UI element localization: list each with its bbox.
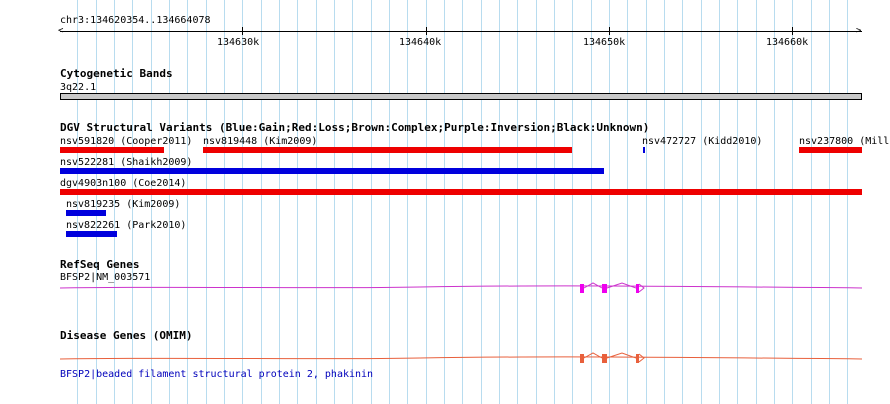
ruler-tick-label: 134650k bbox=[583, 37, 626, 48]
ruler-tick-label: 134640k bbox=[399, 37, 442, 48]
exon-block bbox=[602, 284, 607, 293]
genome-browser-view[interactable]: chr3:134620354..134664078 < > 134630k 13… bbox=[0, 0, 890, 404]
ruler-right-arrow: > bbox=[856, 26, 862, 36]
track-title: Disease Genes (OMIM) bbox=[60, 329, 193, 342]
refseq-gene-model[interactable] bbox=[60, 280, 862, 296]
variant-loss-bar[interactable] bbox=[799, 147, 862, 153]
ruler-axis bbox=[60, 31, 862, 32]
ruler-tick-label: 134660k bbox=[766, 37, 809, 48]
ruler-major-tick bbox=[792, 27, 793, 35]
track-title: Cytogenetic Bands bbox=[60, 67, 173, 80]
variant-label[interactable]: nsv522281 (Shaikh2009) bbox=[60, 157, 192, 168]
exon-block bbox=[580, 354, 584, 363]
variant-label[interactable]: nsv819448 (Kim2009) bbox=[203, 136, 317, 147]
omim-gene-model[interactable] bbox=[60, 350, 862, 366]
omim-gene-label[interactable]: BFSP2|beaded filament structural protein… bbox=[60, 369, 373, 380]
variant-loss-bar[interactable] bbox=[203, 147, 572, 153]
ruler-major-tick bbox=[609, 27, 610, 35]
ruler-tick-label: 134630k bbox=[217, 37, 260, 48]
variant-gain-bar[interactable] bbox=[66, 210, 106, 216]
variant-loss-bar[interactable] bbox=[60, 189, 862, 195]
ruler-major-tick bbox=[426, 27, 427, 35]
variant-gain-bar[interactable] bbox=[66, 231, 117, 237]
intron-line bbox=[60, 356, 862, 360]
exon-block bbox=[580, 284, 584, 293]
exon-block bbox=[636, 354, 639, 363]
variant-label[interactable]: nsv472727 (Kidd2010) bbox=[642, 136, 762, 147]
variant-label[interactable]: dgv4903n100 (Coe2014) bbox=[60, 178, 186, 189]
track-title: DGV Structural Variants (Blue:Gain;Red:L… bbox=[60, 121, 650, 134]
intron-chevron bbox=[606, 282, 637, 289]
strand-arrow bbox=[638, 353, 645, 363]
variant-gain-bar[interactable] bbox=[60, 168, 604, 174]
strand-arrow bbox=[638, 283, 645, 293]
variant-loss-bar[interactable] bbox=[60, 147, 164, 153]
ruler-left-arrow: < bbox=[58, 26, 64, 36]
location-label: chr3:134620354..134664078 bbox=[60, 15, 211, 26]
variant-label[interactable]: nsv237800 (Mills bbox=[799, 136, 890, 147]
variant-label[interactable]: nsv591820 (Cooper2011) bbox=[60, 136, 192, 147]
variant-label[interactable]: nsv819235 (Kim2009) bbox=[66, 199, 180, 210]
exon-block bbox=[602, 354, 607, 363]
ruler-major-tick bbox=[242, 27, 243, 35]
track-title: RefSeq Genes bbox=[60, 258, 140, 271]
intron-line bbox=[60, 285, 862, 289]
band-label: 3q22.1 bbox=[60, 82, 97, 93]
variant-gain-bar[interactable] bbox=[643, 147, 645, 153]
variant-label[interactable]: nsv822261 (Park2010) bbox=[66, 220, 186, 231]
chromosome-band[interactable] bbox=[60, 93, 862, 100]
exon-block bbox=[636, 284, 639, 293]
